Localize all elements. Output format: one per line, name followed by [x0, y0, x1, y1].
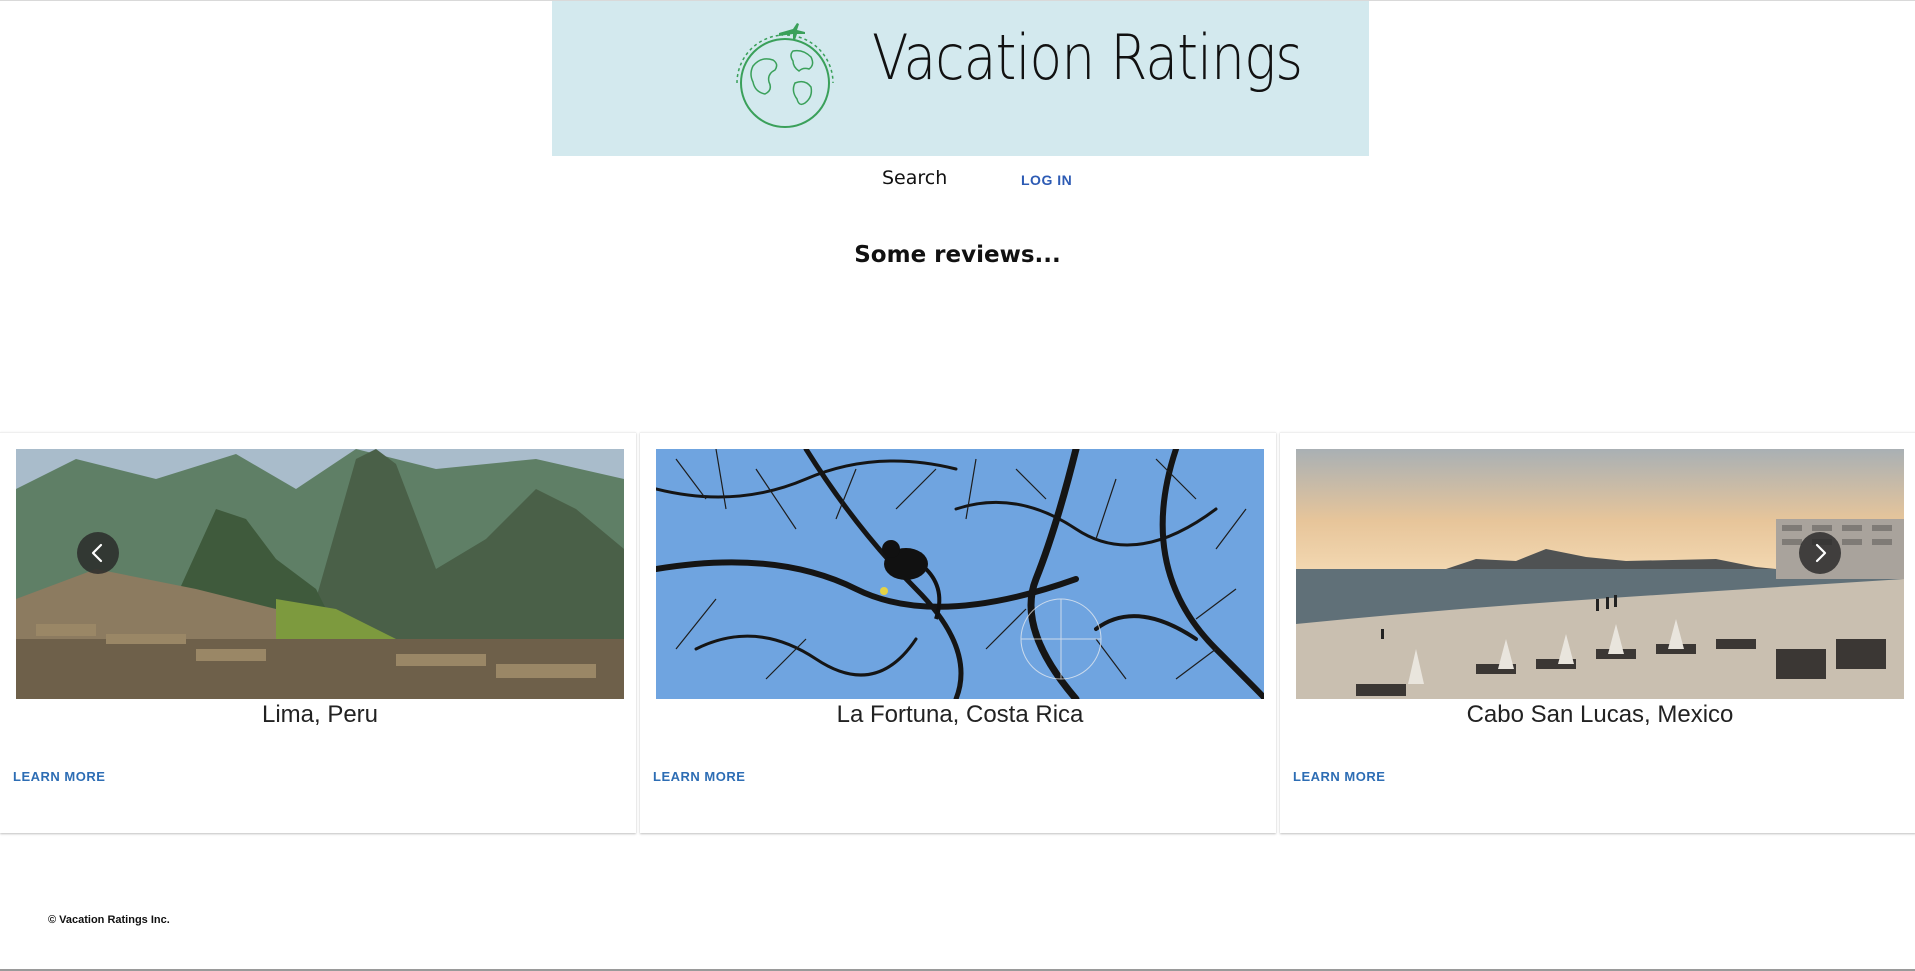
header-banner: Vacation Ratings — [552, 1, 1369, 156]
card-title: Lima, Peru — [261, 701, 379, 728]
destination-photo — [656, 449, 1264, 699]
section-title: Some reviews... — [854, 242, 1061, 269]
footer-copyright: © Vacation Ratings Inc. — [48, 914, 170, 926]
chevron-left-icon — [91, 543, 103, 563]
learn-more-button[interactable]: LEARN MORE — [13, 769, 105, 784]
login-button[interactable]: LOG IN — [1021, 172, 1072, 188]
nav-search-link[interactable]: Search — [882, 167, 947, 189]
carousel-next-button[interactable] — [1799, 532, 1841, 574]
learn-more-button[interactable]: LEARN MORE — [653, 769, 745, 784]
learn-more-button[interactable]: LEARN MORE — [1293, 769, 1385, 784]
destination-photo — [1296, 449, 1904, 699]
carousel-prev-button[interactable] — [77, 532, 119, 574]
reviews-carousel: Lima, Peru LEARN MORE La Fortuna, Costa … — [0, 432, 1915, 833]
review-card: Lima, Peru LEARN MORE — [0, 432, 636, 833]
card-title: La Fortuna, Costa Rica — [836, 701, 1084, 728]
site-logo-text: Vacation Ratings — [872, 21, 1303, 94]
card-title: Cabo San Lucas, Mexico — [1466, 701, 1734, 728]
top-navigation: Search LOG IN — [0, 164, 1915, 194]
review-card: La Fortuna, Costa Rica LEARN MORE — [640, 432, 1276, 833]
chevron-right-icon — [1815, 543, 1827, 563]
globe-with-airplane-icon — [736, 23, 834, 128]
review-card: Cabo San Lucas, Mexico LEARN MORE — [1280, 432, 1915, 833]
destination-photo — [16, 449, 624, 699]
